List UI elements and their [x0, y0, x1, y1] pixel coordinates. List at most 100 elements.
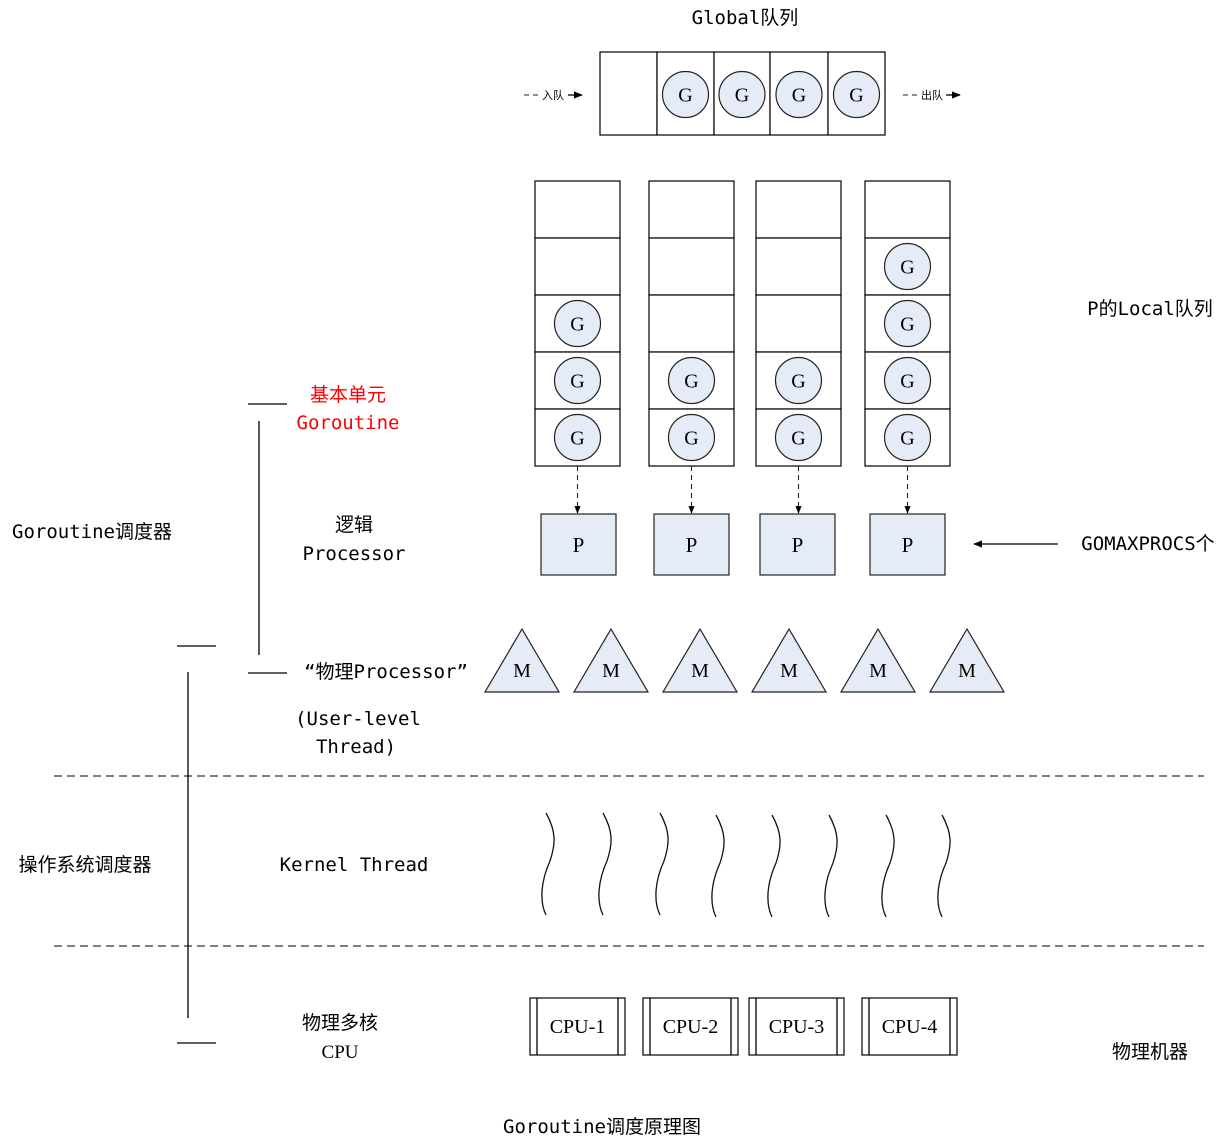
queue-slot-box: [648, 180, 735, 239]
goroutine-label: G: [849, 85, 863, 107]
machine-label: M: [602, 660, 620, 682]
local-queue: G G G G: [864, 180, 951, 514]
goroutine-node: G: [774, 413, 823, 462]
cpu-label: CPU: [322, 1042, 359, 1063]
goroutine-scheduler-label: Goroutine调度器: [12, 521, 172, 543]
goroutine-label: G: [684, 371, 698, 393]
global-queue-slot: G: [656, 51, 715, 136]
goroutine-node: G: [553, 299, 602, 348]
diagram-canvas: Global队列 入队 出队 GGGG GGGGGGGGGGG PPPP MMM…: [12, 7, 1215, 1138]
goroutine-node: G: [774, 356, 823, 405]
local-queue-slot: [534, 237, 621, 296]
local-queue-slot: G: [864, 294, 951, 353]
goroutine-label: G: [735, 85, 749, 107]
goroutine-label: G: [684, 428, 698, 450]
global-queue-title: Global队列: [692, 7, 799, 29]
kernel-thread-label: Kernel Thread: [280, 854, 429, 876]
dequeue-indicator: 出队: [903, 88, 961, 102]
goroutine-node: G: [718, 70, 766, 119]
local-queue-slot: G: [864, 237, 951, 296]
kernel-thread-wave: [881, 814, 895, 918]
processor-label: P: [573, 533, 585, 557]
queue-slot-box: [648, 294, 735, 353]
cpu-label: CPU-3: [769, 1016, 825, 1038]
goroutine-node: G: [883, 299, 932, 348]
goroutine-label: G: [791, 371, 805, 393]
goroutine-label: G: [678, 85, 692, 107]
processors: PPPP: [540, 513, 946, 576]
cpus: CPU-1 CPU-2 CPU-3 CPU-4: [529, 997, 958, 1056]
os-scheduler-label: 操作系统调度器: [18, 854, 151, 876]
machine-thread-node: M: [839, 627, 917, 693]
diagram-caption: Goroutine调度原理图: [503, 1116, 701, 1138]
enqueue-label: 入队: [542, 88, 564, 102]
local-queue-slot: G: [534, 408, 621, 467]
machine-thread-node: M: [928, 627, 1006, 693]
global-queue-slot: G: [827, 51, 886, 136]
goroutine-node: G: [883, 413, 932, 462]
local-queue-slot: [755, 294, 842, 353]
thread-label: Thread): [316, 736, 396, 758]
local-queue-label: P的Local队列: [1087, 298, 1213, 320]
logical-label: 逻辑: [335, 514, 373, 536]
queue-slot-box: [755, 237, 842, 296]
local-queue-slot: G: [864, 408, 951, 467]
basic-unit-label: 基本单元: [310, 384, 386, 406]
local-queue: G G G: [534, 180, 621, 514]
machine-label: M: [958, 660, 976, 682]
cpu-label: CPU-1: [550, 1016, 606, 1038]
user-level-label: (User-level: [295, 708, 421, 730]
cpu-label: CPU-4: [882, 1016, 938, 1038]
queue-slot-box: [534, 180, 621, 239]
goroutine-node: G: [883, 356, 932, 405]
goroutine-node: G: [775, 70, 823, 119]
bracket-os-scheduler: [177, 645, 216, 1044]
queue-slot-box: [755, 180, 842, 239]
processor-label: P: [792, 533, 804, 557]
queue-slot-box: [864, 180, 951, 239]
gomaxprocs-label: GOMAXPROCS个: [1081, 533, 1214, 555]
cpu-core: CPU-1: [529, 997, 626, 1056]
kernel-thread-wave: [767, 814, 781, 918]
local-queue-slot: [648, 237, 735, 296]
queue-slot-box: [534, 237, 621, 296]
machine-label: M: [691, 660, 709, 682]
machine-thread-node: M: [750, 627, 828, 693]
queue-slot-box: [648, 237, 735, 296]
machine-thread-node: M: [483, 627, 561, 693]
processor-label: P: [902, 533, 914, 557]
kernel-thread-wave: [598, 812, 612, 916]
local-queue-slot: G: [534, 351, 621, 410]
processor-node: P: [653, 513, 730, 576]
goroutine-label: G: [570, 371, 584, 393]
global-queue: GGGG: [599, 51, 886, 136]
local-queue-slot: G: [755, 351, 842, 410]
goroutine-label: G: [791, 428, 805, 450]
goroutine-label: G: [570, 314, 584, 336]
local-queue: GG: [648, 180, 735, 514]
local-queue-slot: [648, 180, 735, 239]
goroutine-node: G: [553, 356, 602, 405]
bracket-goroutine-scheduler: [248, 403, 287, 674]
goroutine-scheduler-diagram: Global队列 入队 出队 GGGG GGGGGGGGGGG PPPP MMM…: [0, 0, 1224, 1142]
processor-node: P: [759, 513, 836, 576]
cpu-core: CPU-2: [642, 997, 739, 1056]
cpu-core: CPU-4: [861, 997, 958, 1056]
machine-label: M: [869, 660, 887, 682]
enqueue-indicator: 入队: [524, 88, 583, 102]
cpu-label: CPU-2: [663, 1016, 719, 1038]
goroutine-node: G: [667, 356, 716, 405]
multi-core-label: 物理多核: [302, 1012, 378, 1034]
local-queue-slot: [534, 180, 621, 239]
machine-label: M: [780, 660, 798, 682]
goroutine-label: G: [900, 371, 914, 393]
kernel-thread-wave: [541, 812, 555, 916]
goroutine-label: G: [792, 85, 806, 107]
processor-node: P: [540, 513, 617, 576]
local-queue-slot: [648, 294, 735, 353]
goroutine-node: G: [883, 242, 932, 291]
goroutine-label: G: [900, 428, 914, 450]
local-queue-slot: G: [864, 351, 951, 410]
global-queue-slot: [599, 51, 658, 136]
goroutine-label: Goroutine: [297, 412, 400, 434]
